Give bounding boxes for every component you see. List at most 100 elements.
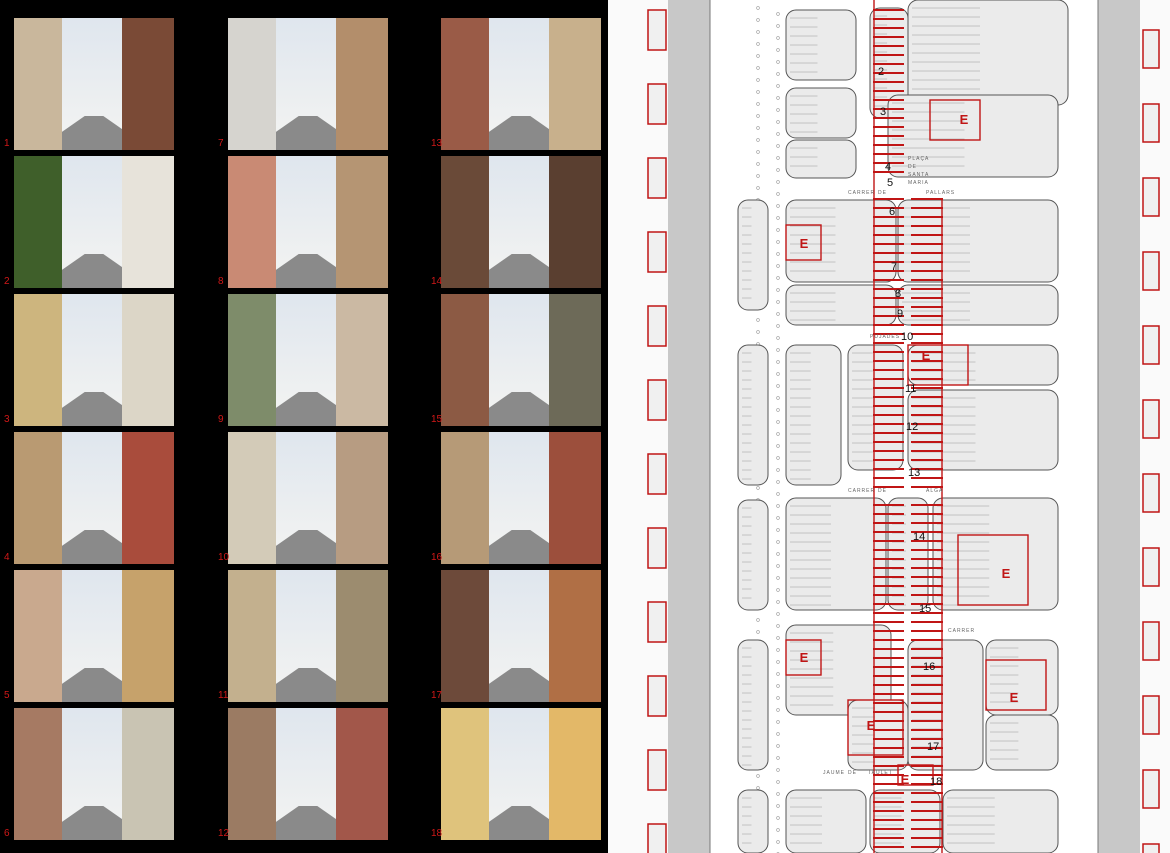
tree-dot: [776, 696, 780, 700]
tree-dot: [776, 120, 780, 124]
tree-dot: [756, 138, 760, 142]
tree-dot: [776, 36, 780, 40]
tree-dot: [776, 432, 780, 436]
tree-dot: [756, 330, 760, 334]
edge-building: [647, 379, 667, 421]
street-label: TAULET: [868, 770, 893, 776]
edge-building: [1142, 103, 1160, 143]
tree-dot: [776, 72, 780, 76]
tree-dot: [776, 264, 780, 268]
tree-dot: [776, 192, 780, 196]
point-label: 3: [880, 106, 886, 118]
tree-dot: [776, 516, 780, 520]
photo-number: 15: [431, 414, 443, 425]
street-photo: [228, 156, 388, 288]
tree-dot: [776, 540, 780, 544]
plan-map: E E E E E E E E 2 3 4 5 6 7 8 9 10 11 12 13 14 15 16 17 18 CARRER…: [608, 0, 1170, 853]
point-label: 11: [905, 383, 916, 395]
tree-dot: [776, 768, 780, 772]
point-label: 2: [878, 66, 884, 78]
city-block: [907, 639, 984, 771]
tree-dot: [756, 114, 760, 118]
tree-dot: [776, 612, 780, 616]
street-photo: [441, 18, 601, 150]
tree-dot: [756, 150, 760, 154]
equipment-label: E: [901, 772, 910, 787]
point-label: 7: [891, 261, 897, 273]
tree-dot: [756, 54, 760, 58]
photo-number: 3: [4, 414, 10, 425]
tree-dot: [776, 492, 780, 496]
tree-dot: [776, 840, 780, 844]
photo-number: 5: [4, 690, 10, 701]
street-photo: [441, 570, 601, 702]
tree-dot: [756, 6, 760, 10]
tree-dot: [756, 774, 760, 778]
tree-dot: [776, 528, 780, 532]
point-label: 12: [906, 421, 918, 433]
tree-dot: [756, 78, 760, 82]
tree-dot: [776, 288, 780, 292]
tree-dot: [776, 348, 780, 352]
street-photo: [14, 294, 174, 426]
tree-dot: [776, 312, 780, 316]
tree-dot: [776, 504, 780, 508]
tree-dot: [776, 12, 780, 16]
edge-building: [647, 823, 667, 853]
tree-dot: [776, 744, 780, 748]
tree-dot: [756, 486, 760, 490]
street-label: DE: [878, 190, 887, 196]
tree-dot: [776, 384, 780, 388]
tree-dot: [756, 174, 760, 178]
edge-building: [1142, 769, 1160, 809]
street-photo: [441, 156, 601, 288]
tree-dot: [756, 30, 760, 34]
city-block: [897, 199, 1059, 283]
equipment-label: E: [867, 718, 876, 733]
street-photo: [14, 708, 174, 840]
street-photo: [14, 432, 174, 564]
edge-building: [1142, 843, 1160, 853]
tree-dot: [776, 672, 780, 676]
tree-dot: [776, 804, 780, 808]
photo-number: 7: [218, 138, 224, 149]
tree-dot: [776, 732, 780, 736]
street-label: JAUME: [823, 770, 845, 776]
tree-dot: [776, 408, 780, 412]
tree-dot: [776, 828, 780, 832]
point-label: 15: [919, 603, 931, 615]
tree-dot: [776, 324, 780, 328]
edge-building: [1142, 399, 1160, 439]
tree-dot: [776, 60, 780, 64]
edge-building: [1142, 325, 1160, 365]
tree-dot: [756, 126, 760, 130]
street-photo: [228, 18, 388, 150]
edge-building: [647, 527, 667, 569]
city-block: [737, 789, 769, 853]
tree-dot: [776, 24, 780, 28]
photo-number: 17: [431, 690, 443, 701]
city-block: [737, 639, 769, 771]
tree-dot: [776, 216, 780, 220]
left-edge-strip: [608, 0, 668, 853]
street-label: PALLARS: [926, 190, 955, 196]
point-label: 17: [927, 741, 939, 753]
city-block: [785, 139, 857, 179]
tree-dot: [776, 456, 780, 460]
photo-number: 11: [218, 690, 229, 701]
edge-building: [1142, 29, 1160, 69]
city-block: [737, 199, 769, 311]
city-block: [737, 344, 769, 486]
street-photo: [14, 156, 174, 288]
tree-dot: [776, 648, 780, 652]
street-photo: [14, 570, 174, 702]
city-block: [907, 389, 1059, 471]
edge-building: [647, 749, 667, 791]
tree-dot: [776, 48, 780, 52]
edge-building: [1142, 621, 1160, 661]
tree-dot: [776, 468, 780, 472]
photo-number: 9: [218, 414, 224, 425]
photo-number: 14: [431, 276, 443, 287]
street-photo: [228, 294, 388, 426]
tree-dot: [776, 564, 780, 568]
